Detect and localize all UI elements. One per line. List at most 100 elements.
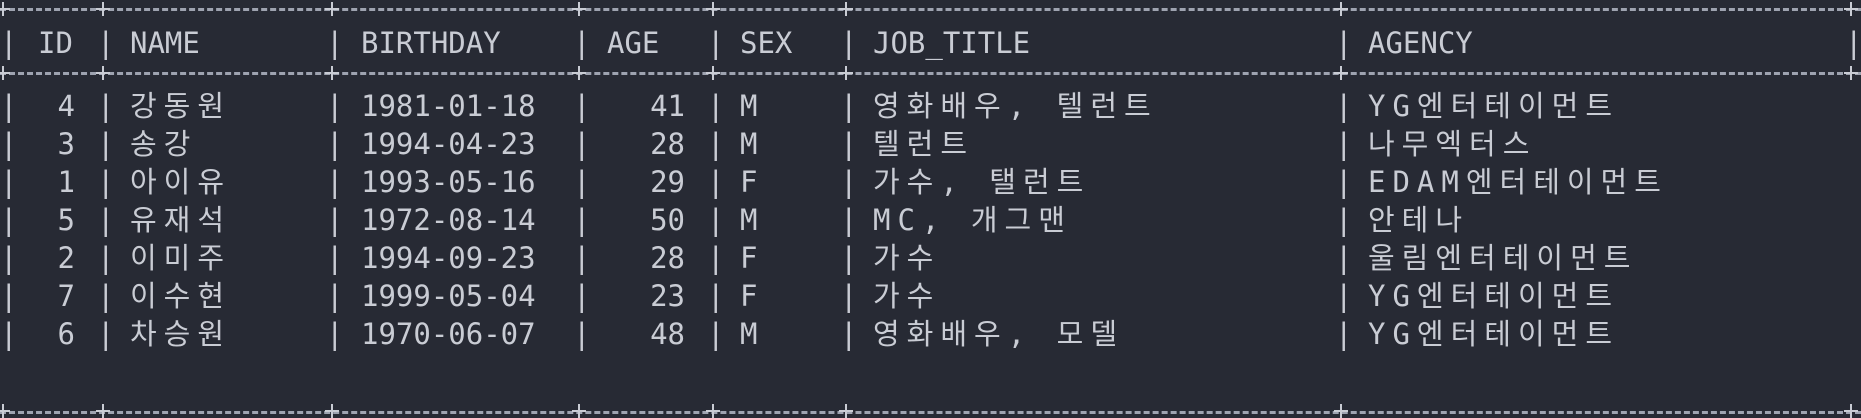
column-separator: | bbox=[0, 26, 18, 60]
column-separator: | bbox=[97, 26, 115, 60]
column-separator: | bbox=[1845, 26, 1861, 60]
cell-agency: YG엔터테이먼트 bbox=[1368, 317, 1619, 351]
column-separator: | bbox=[1335, 26, 1353, 60]
border-corner bbox=[1844, 2, 1858, 16]
border-corner bbox=[325, 2, 339, 16]
column-separator: | bbox=[326, 241, 344, 275]
column-separator: | bbox=[326, 317, 344, 351]
cell-id: 5 bbox=[57, 203, 75, 237]
border-corner bbox=[706, 2, 720, 16]
column-separator: | bbox=[573, 165, 591, 199]
column-separator: | bbox=[1335, 165, 1353, 199]
cell-sex: M bbox=[740, 89, 758, 123]
column-separator: | bbox=[840, 279, 858, 313]
column-separator: | bbox=[707, 279, 725, 313]
cell-name: 송강 bbox=[130, 127, 198, 161]
cell-sex: F bbox=[740, 165, 758, 199]
table-row: | 3 | 송강 | 1994-04-23 | 28 | M | 텔런트 | 나… bbox=[0, 125, 1861, 164]
cell-agency: 나무엑터스 bbox=[1368, 127, 1537, 161]
cell-sex: F bbox=[740, 279, 758, 313]
border-corner bbox=[839, 404, 853, 418]
column-separator: | bbox=[573, 279, 591, 313]
column-separator: | bbox=[840, 317, 858, 351]
cell-age: 28 bbox=[650, 241, 685, 275]
column-separator: | bbox=[573, 26, 591, 60]
column-separator: | bbox=[1335, 203, 1353, 237]
border-corner bbox=[0, 66, 10, 80]
cell-id: 4 bbox=[57, 89, 75, 123]
column-header-name: NAME bbox=[130, 26, 200, 60]
column-separator: | bbox=[1335, 279, 1353, 313]
border-corner bbox=[706, 404, 720, 418]
column-separator: | bbox=[326, 127, 344, 161]
cell-name: 차승원 bbox=[130, 317, 232, 351]
column-header-sex: SEX bbox=[740, 26, 793, 60]
cell-job-title: 영화배우, 모델 bbox=[873, 317, 1124, 351]
column-separator: | bbox=[840, 241, 858, 275]
cell-name: 유재석 bbox=[130, 203, 232, 237]
column-header-age: AGE bbox=[607, 26, 660, 60]
table-row: | 4 | 강동원 | 1981-01-18 | 41 | M | 영화배우, … bbox=[0, 87, 1861, 126]
column-separator: | bbox=[707, 241, 725, 275]
column-separator: | bbox=[707, 203, 725, 237]
column-separator: | bbox=[1335, 317, 1353, 351]
column-separator: | bbox=[573, 241, 591, 275]
cell-birthday: 1994-09-23 bbox=[361, 241, 536, 275]
border-corner bbox=[572, 404, 586, 418]
cell-birthday: 1999-05-04 bbox=[361, 279, 536, 313]
column-separator: | bbox=[326, 89, 344, 123]
cell-id: 3 bbox=[57, 127, 75, 161]
column-separator: | bbox=[573, 127, 591, 161]
border-corner bbox=[572, 2, 586, 16]
column-header-agency: AGENCY bbox=[1368, 26, 1473, 60]
cell-agency: 안테나 bbox=[1368, 203, 1470, 237]
table-row: | 2 | 이미주 | 1994-09-23 | 28 | F | 가수 | 울… bbox=[0, 239, 1861, 278]
column-separator: | bbox=[326, 203, 344, 237]
cell-name: 이수현 bbox=[130, 279, 232, 313]
cell-birthday: 1972-08-14 bbox=[361, 203, 536, 237]
cell-sex: M bbox=[740, 317, 758, 351]
cell-job-title: 영화배우, 텔런트 bbox=[873, 89, 1158, 123]
table-row: | 1 | 아이유 | 1993-05-16 | 29 | F | 가수, 탤런… bbox=[0, 163, 1861, 202]
column-separator: | bbox=[0, 279, 18, 313]
cell-job-title: 텔런트 bbox=[873, 127, 975, 161]
cell-name: 강동원 bbox=[130, 89, 232, 123]
border-corner bbox=[839, 2, 853, 16]
cell-age: 23 bbox=[650, 279, 685, 313]
cell-birthday: 1993-05-16 bbox=[361, 165, 536, 199]
border-corner bbox=[325, 66, 339, 80]
column-separator: | bbox=[573, 89, 591, 123]
cell-agency: EDAM엔터테이먼트 bbox=[1368, 165, 1668, 199]
column-separator: | bbox=[0, 127, 18, 161]
border-corner bbox=[96, 66, 110, 80]
border-corner bbox=[96, 2, 110, 16]
cell-sex: F bbox=[740, 241, 758, 275]
column-separator: | bbox=[97, 203, 115, 237]
cell-id: 2 bbox=[57, 241, 75, 275]
cell-sex: M bbox=[740, 127, 758, 161]
column-separator: | bbox=[97, 89, 115, 123]
cell-age: 29 bbox=[650, 165, 685, 199]
column-separator: | bbox=[97, 241, 115, 275]
border-corner bbox=[1844, 66, 1858, 80]
border-corner bbox=[325, 404, 339, 418]
column-header-birthday: BIRTHDAY bbox=[361, 26, 501, 60]
column-separator: | bbox=[1335, 127, 1353, 161]
cell-agency: YG엔터테이먼트 bbox=[1368, 89, 1619, 123]
column-separator: | bbox=[97, 279, 115, 313]
column-separator: | bbox=[0, 165, 18, 199]
column-separator: | bbox=[97, 165, 115, 199]
cell-name: 이미주 bbox=[130, 241, 232, 275]
cell-name: 아이유 bbox=[130, 165, 232, 199]
cell-job-title: 가수 bbox=[873, 241, 941, 275]
column-separator: | bbox=[1335, 241, 1353, 275]
column-separator: | bbox=[0, 203, 18, 237]
cell-birthday: 1970-06-07 bbox=[361, 317, 536, 351]
cell-birthday: 1981-01-18 bbox=[361, 89, 536, 123]
border-corner bbox=[839, 66, 853, 80]
cell-birthday: 1994-04-23 bbox=[361, 127, 536, 161]
cell-sex: M bbox=[740, 203, 758, 237]
table-border-top bbox=[0, 8, 1861, 11]
cell-age: 41 bbox=[650, 89, 685, 123]
column-separator: | bbox=[326, 26, 344, 60]
